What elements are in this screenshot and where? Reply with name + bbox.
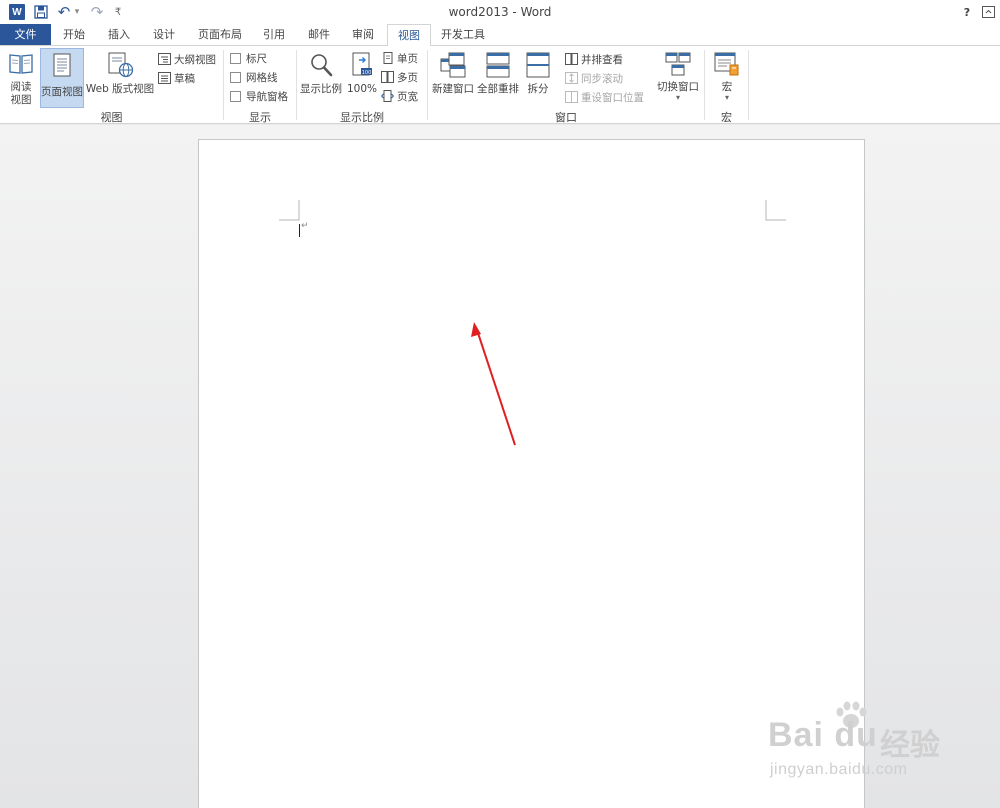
watermark-jingyan: 经验 (880, 728, 940, 763)
tab-view[interactable]: 视图 (387, 24, 431, 46)
watermark-brand: Bai du (768, 716, 878, 754)
watermark-url: jingyan.baidu.com (770, 761, 908, 778)
baidu-jingyan-watermark: Bai du 经验 jingyan.baidu.com (764, 700, 994, 800)
annotation-arrow (471, 322, 516, 446)
